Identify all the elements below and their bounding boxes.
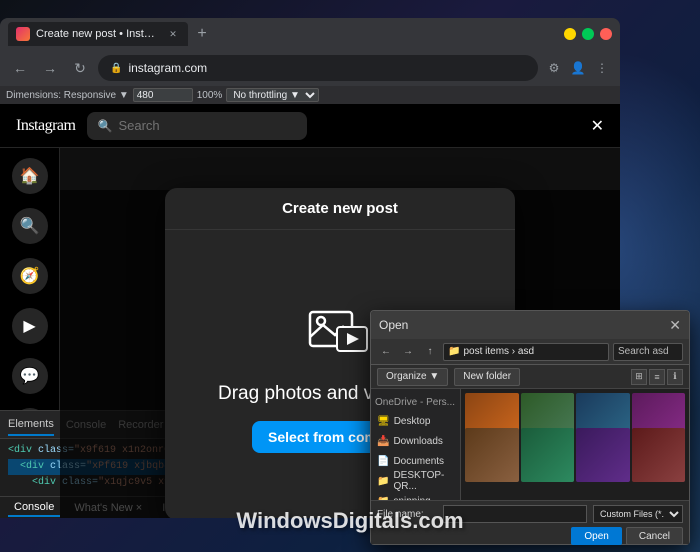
fd-thumbnail-8[interactable] xyxy=(632,428,686,482)
file-dialog-titlebar: Open ✕ xyxy=(371,311,689,339)
fd-filename-row: File name: Custom Files (*.JPG,*.jpg,*.j… xyxy=(377,505,683,523)
browser-toolbar: ⚙ 👤 ⋮ xyxy=(544,58,612,78)
fd-downloads-item[interactable]: 📥 Downloads xyxy=(371,431,460,451)
fd-view-list-button[interactable]: ≡ xyxy=(649,369,665,385)
url-text: instagram.com xyxy=(128,61,207,75)
fd-thumbnails-grid xyxy=(461,389,689,500)
window-close-button[interactable] xyxy=(600,28,612,40)
fd-filename-area: File name: Custom Files (*.JPG,*.jpg,*.j… xyxy=(371,500,689,544)
url-bar[interactable]: 🔒 instagram.com xyxy=(98,55,538,81)
modal-header: Create new post xyxy=(165,188,515,230)
file-open-dialog: Open ✕ ← → ↑ 📁 post items › asd Search a… xyxy=(370,310,690,545)
modal-title: Create new post xyxy=(282,200,398,217)
fd-sidebar: OneDrive - Pers... 🖥 Desktop 📥 Downloads… xyxy=(371,389,461,500)
fd-open-button[interactable]: Open xyxy=(571,527,621,545)
window-controls xyxy=(564,28,612,40)
file-dialog-title: Open xyxy=(379,318,663,332)
tab-favicon xyxy=(16,27,30,41)
fd-new-folder-button[interactable]: New folder xyxy=(454,368,520,386)
upload-icon-container xyxy=(305,297,375,367)
tab-title: Create new post • Instagram xyxy=(36,28,160,40)
fd-view-grid-button[interactable]: ⊞ xyxy=(631,369,647,385)
fd-desktop-qr-item[interactable]: 📁 DESKTOP-QR... xyxy=(371,471,460,491)
fd-documents-item[interactable]: 📄 Documents xyxy=(371,451,460,471)
sidebar-explore-icon[interactable]: 🧭 xyxy=(12,258,48,294)
fd-path-bar[interactable]: 📁 post items › asd xyxy=(443,343,609,361)
refresh-button[interactable]: ↻ xyxy=(68,56,92,80)
search-icon: 🔍 xyxy=(97,119,112,133)
instagram-header: Instagram 🔍 Search ✕ xyxy=(0,104,620,148)
back-button[interactable]: ← xyxy=(8,56,32,80)
sidebar-messages-icon[interactable]: 💬 xyxy=(12,358,48,394)
fd-button-row: Open Cancel xyxy=(377,527,683,545)
fd-cancel-button[interactable]: Cancel xyxy=(626,527,683,545)
zoom-label: 100% xyxy=(197,90,223,101)
fd-view-details-button[interactable]: ℹ xyxy=(667,369,683,385)
fd-thumbnail-6[interactable] xyxy=(521,428,575,482)
instagram-close-button[interactable]: ✕ xyxy=(591,116,604,136)
sidebar-search-icon[interactable]: 🔍 xyxy=(12,208,48,244)
fd-folder-icon: 📁 xyxy=(448,346,460,357)
fd-snipping-item[interactable]: 📁 snipping xyxy=(371,491,460,500)
extensions-icon[interactable]: ⚙ xyxy=(544,58,564,78)
fd-back-button[interactable]: ← xyxy=(377,343,395,361)
width-input[interactable] xyxy=(133,88,193,102)
tab-area: Create new post • Instagram ✕ + xyxy=(8,22,560,46)
upload-svg-icon xyxy=(305,297,375,367)
fd-forward-button[interactable]: → xyxy=(399,343,417,361)
fd-desktop-icon: 🖥 xyxy=(377,416,390,427)
dimensions-label: Dimensions: Responsive ▼ xyxy=(6,90,129,101)
sidebar-reels-icon[interactable]: ▶ xyxy=(12,308,48,344)
fd-documents-icon: 📄 xyxy=(377,456,389,467)
window-maximize-button[interactable] xyxy=(582,28,594,40)
new-tab-button[interactable]: + xyxy=(190,22,214,46)
fd-actions-bar: Organize ▼ New folder ⊞ ≡ ℹ xyxy=(371,365,689,389)
address-bar: ← → ↻ 🔒 instagram.com ⚙ 👤 ⋮ xyxy=(0,50,620,86)
devtools-responsive-bar: Dimensions: Responsive ▼ 100% No throttl… xyxy=(0,86,620,104)
secure-icon: 🔒 xyxy=(110,63,122,74)
search-placeholder: Search xyxy=(118,118,159,133)
fd-filename-label: File name: xyxy=(377,509,437,520)
fd-downloads-icon: 📥 xyxy=(377,436,389,447)
tab-close-button[interactable]: ✕ xyxy=(166,27,180,41)
fd-search-box[interactable]: Search asd xyxy=(613,343,683,361)
window-minimize-button[interactable] xyxy=(564,28,576,40)
fd-filetype-select[interactable]: Custom Files (*.JPG,*.jpg,*.jpeg... xyxy=(593,505,683,523)
fd-content-area: OneDrive - Pers... 🖥 Desktop 📥 Downloads… xyxy=(371,389,689,500)
file-dialog-close-button[interactable]: ✕ xyxy=(669,317,681,334)
fd-thumbnail-7[interactable] xyxy=(576,428,630,482)
file-dialog-toolbar: ← → ↑ 📁 post items › asd Search asd xyxy=(371,339,689,365)
fd-organize-button[interactable]: Organize ▼ xyxy=(377,368,448,386)
instagram-search-bar[interactable]: 🔍 Search xyxy=(87,112,307,140)
browser-tab-active[interactable]: Create new post • Instagram ✕ xyxy=(8,22,188,46)
fd-view-icons: ⊞ ≡ ℹ xyxy=(631,369,683,385)
fd-desktop-item[interactable]: 🖥 Desktop xyxy=(371,411,460,431)
throttle-select[interactable]: No throttling ▼ xyxy=(226,88,319,102)
menu-icon[interactable]: ⋮ xyxy=(592,58,612,78)
browser-titlebar: Create new post • Instagram ✕ + xyxy=(0,18,620,50)
devtools-console-tab[interactable]: Console xyxy=(8,499,60,517)
fd-onedrive-section: OneDrive - Pers... xyxy=(371,393,460,411)
fd-filename-input[interactable] xyxy=(443,505,587,523)
fd-thumbnail-5[interactable] xyxy=(465,428,519,482)
fd-path-text: post items › asd xyxy=(463,346,534,357)
forward-button[interactable]: → xyxy=(38,56,62,80)
devtools-tab-elements[interactable]: Elements xyxy=(8,414,54,436)
instagram-logo: Instagram xyxy=(16,117,75,135)
profile-icon[interactable]: 👤 xyxy=(568,58,588,78)
fd-up-button[interactable]: ↑ xyxy=(421,343,439,361)
fd-onedrive-label: OneDrive - Pers... xyxy=(375,397,455,408)
fd-search-placeholder: Search asd xyxy=(618,346,669,357)
sidebar-home-icon[interactable]: 🏠 xyxy=(12,158,48,194)
